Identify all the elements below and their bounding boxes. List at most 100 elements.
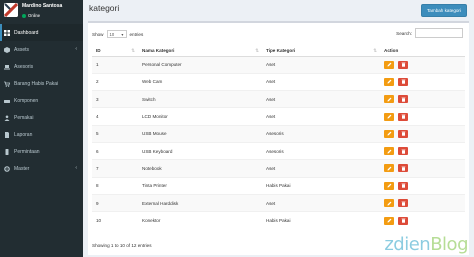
- delete-button[interactable]: [398, 77, 408, 86]
- cell-action: [380, 124, 465, 143]
- entries-label: entries: [129, 31, 144, 37]
- cell-action: [380, 193, 465, 212]
- edit-button[interactable]: [384, 216, 394, 225]
- avatar: [4, 3, 18, 17]
- pencil-icon: [387, 218, 391, 223]
- sidebar-item-laporan[interactable]: Laporan: [0, 126, 83, 143]
- delete-button[interactable]: [398, 112, 408, 121]
- sidebar-item-komponen[interactable]: Komponen: [0, 92, 83, 109]
- user-status-label: Online: [28, 13, 41, 18]
- file-icon: [4, 131, 10, 138]
- users-icon: [4, 115, 10, 121]
- trash-icon: [401, 114, 405, 119]
- th-id[interactable]: ID ⇅: [92, 46, 138, 57]
- cell-action: [380, 72, 465, 91]
- cell-id: 7: [92, 159, 138, 178]
- action-buttons: [384, 129, 465, 138]
- show-entries: Show 10 ▾ entries: [92, 30, 143, 38]
- user-status: Online: [22, 13, 40, 18]
- add-category-button[interactable]: Tambah kategori: [421, 4, 467, 17]
- cell-type: Aset: [262, 72, 380, 91]
- trash-icon: [401, 80, 405, 85]
- entries-value: 10: [109, 31, 115, 37]
- trash-icon: [401, 218, 405, 223]
- delete-button[interactable]: [398, 95, 408, 104]
- edit-button[interactable]: [384, 181, 394, 190]
- delete-button[interactable]: [398, 199, 408, 208]
- table-row: 8 Tinta Printer Habis Pakai: [92, 176, 465, 195]
- edit-button[interactable]: [384, 60, 394, 69]
- sidebar-item-master[interactable]: Master ‹: [0, 160, 83, 177]
- cell-type: Aset: [262, 107, 380, 126]
- pencil-icon: [387, 114, 391, 119]
- sidebar-item-asesoris[interactable]: Asesoris: [0, 58, 83, 75]
- cell-name: Web Cam: [138, 72, 262, 91]
- main-content: kategori Tambah kategori Show 10 ▾ entrie…: [83, 0, 474, 257]
- delete-button[interactable]: [398, 164, 408, 173]
- sidebar-item-pemakai[interactable]: Pemakai: [0, 109, 83, 126]
- sidebar-item-dashboard[interactable]: Dashboard: [0, 24, 83, 41]
- sidebar-item-label: Laporan: [14, 131, 33, 138]
- delete-button[interactable]: [398, 181, 408, 190]
- sidebar: Mardino Santosa Online Dashboard Assets ‹ A…: [0, 0, 83, 257]
- delete-button[interactable]: [398, 129, 408, 138]
- table-box: Show 10 ▾ entries Search: ID ⇅ Nama Katego…: [88, 21, 469, 255]
- action-buttons: [384, 181, 465, 190]
- sort-icon: ⇅: [373, 48, 377, 53]
- sidebar-menu: Dashboard Assets ‹ Asesoris Barang Habis Pak…: [0, 24, 83, 177]
- action-buttons: [384, 216, 465, 225]
- pencil-icon: [387, 131, 391, 136]
- search-wrap: Search:: [396, 28, 463, 38]
- table-info: Showing 1 to 10 of 12 entries: [92, 243, 152, 248]
- trash-icon: [401, 201, 405, 206]
- edit-button[interactable]: [384, 164, 394, 173]
- cube-icon: [4, 46, 10, 53]
- page-title: kategori: [89, 3, 120, 13]
- sidebar-item-label: Pemakai: [14, 114, 34, 121]
- delete-button[interactable]: [398, 147, 408, 156]
- action-buttons: [384, 112, 465, 121]
- dashboard-icon: [4, 29, 10, 36]
- edit-button[interactable]: [384, 147, 394, 156]
- table-row: 6 USB Keyboard Asesoris: [92, 141, 465, 160]
- trash-icon: [401, 62, 405, 67]
- sidebar-item-permintaan[interactable]: Permintaan: [0, 143, 83, 160]
- cell-type: Habis Pakai: [262, 211, 380, 229]
- th-type[interactable]: Tipe Kategori ⇅: [262, 46, 380, 57]
- watermark-part1: zdien: [384, 234, 431, 255]
- trash-icon: [401, 131, 405, 137]
- chevron-down-icon: ▾: [121, 31, 124, 37]
- delete-button[interactable]: [398, 216, 408, 225]
- cell-name: USB Mouse: [138, 124, 262, 143]
- search-input[interactable]: [415, 28, 463, 38]
- sidebar-item-label: Dashboard: [14, 29, 39, 36]
- cell-type: Habis Pakai: [262, 176, 380, 195]
- cart-icon: [4, 81, 10, 87]
- sidebar-item-assets[interactable]: Assets ‹: [0, 41, 83, 58]
- th-name[interactable]: Nama Kategori ⇅: [138, 46, 262, 57]
- edit-button[interactable]: [384, 95, 394, 104]
- cell-name: Notebook: [138, 159, 262, 178]
- cell-name: External Harddisk: [138, 193, 262, 212]
- edit-button[interactable]: [384, 77, 394, 86]
- edit-button[interactable]: [384, 199, 394, 208]
- cell-type: Asesoris: [262, 124, 380, 143]
- edit-button[interactable]: [384, 112, 394, 121]
- cell-id: 4: [92, 107, 138, 126]
- cell-name: Tinta Printer: [138, 176, 262, 195]
- sidebar-item-barang-habis-pakai[interactable]: Barang Habis Pakai: [0, 75, 83, 92]
- cell-id: 8: [92, 176, 138, 195]
- th-id-label: ID: [96, 48, 101, 54]
- edit-button[interactable]: [384, 129, 394, 138]
- sidebar-item-label: Asesoris: [14, 63, 34, 70]
- sort-icon: ⇅: [255, 48, 259, 53]
- th-name-label: Nama Kategori: [142, 48, 175, 54]
- sidebar-item-label: Master: [14, 165, 30, 172]
- cell-id: 10: [92, 211, 138, 229]
- watermark-logo: zdienBlog: [384, 234, 468, 255]
- pencil-icon: [387, 80, 391, 84]
- trash-icon: [401, 149, 405, 154]
- action-buttons: [384, 60, 465, 69]
- entries-select[interactable]: 10 ▾: [106, 30, 127, 38]
- delete-button[interactable]: [398, 60, 408, 69]
